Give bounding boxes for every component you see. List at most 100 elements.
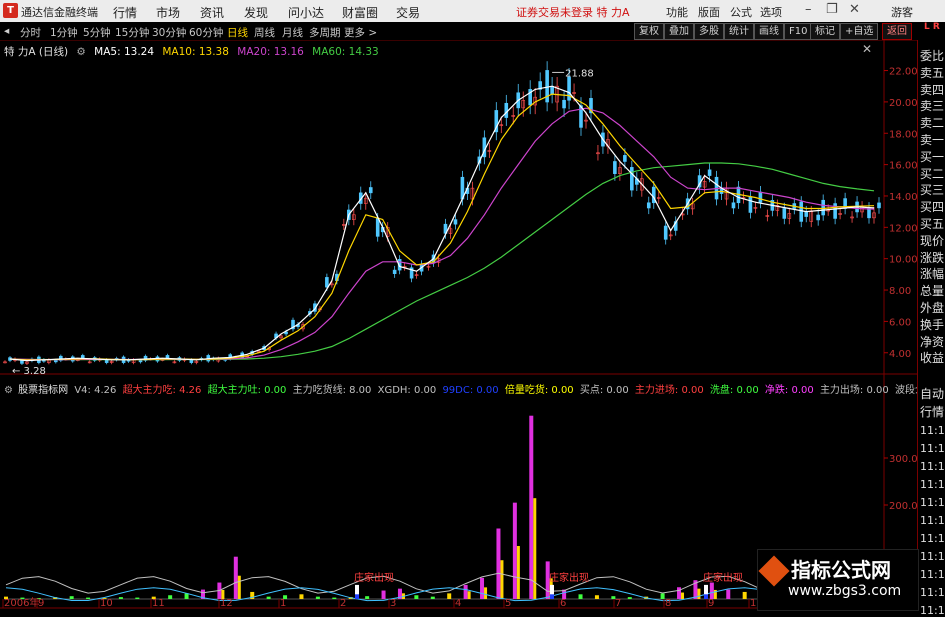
tick-time: 11:11: [920, 478, 945, 491]
huaxian-button[interactable]: 画线: [754, 23, 784, 40]
tick-time: 11:11: [920, 586, 945, 599]
tab-period[interactable]: 60分钟: [189, 25, 223, 40]
candle-body: [375, 217, 380, 237]
indicator-bar: [726, 589, 731, 599]
tab-period[interactable]: 15分钟: [115, 25, 149, 40]
back-icon[interactable]: ◂: [4, 25, 9, 37]
guest-label[interactable]: 游客: [891, 4, 913, 20]
quote-field-label: 卖五: [920, 65, 945, 80]
menu-zixun[interactable]: 资讯: [200, 4, 224, 21]
diejia-button[interactable]: 叠加: [664, 23, 694, 40]
auto-quote-label[interactable]: 自动: [920, 386, 945, 402]
quote-field-label: 买四: [920, 200, 945, 215]
indicator-bar-yellow: [516, 546, 520, 599]
ind-beiliangchihuo: 倍量吃货: 0.00: [504, 385, 574, 396]
candle-body: [877, 202, 881, 209]
quote-field-label: 净资: [920, 334, 945, 349]
ma5-line: [9, 85, 875, 362]
back-button[interactable]: 返回: [882, 23, 912, 40]
tab-period[interactable]: 月线: [282, 25, 303, 40]
menu-gongneng[interactable]: 功能: [666, 4, 688, 20]
quote-field-label: 卖一: [920, 133, 945, 147]
price-legend: 特 力A (日线) ⚙ MA5: 13.24 MA10: 13.38 MA20:…: [4, 44, 384, 59]
price-tick-label: 14.00: [889, 192, 917, 203]
date-label: 7: [615, 598, 621, 609]
quote-field-label: 买三: [920, 183, 945, 198]
indicator-tick-label: 200.0: [889, 501, 917, 512]
candle-body: [816, 214, 820, 221]
add-watchlist-button[interactable]: +自选: [840, 23, 879, 40]
date-label: 12: [220, 598, 233, 609]
tab-period[interactable]: 30分钟: [152, 25, 186, 40]
indicator-bar: [430, 596, 435, 599]
indicator-bar-yellow: [500, 560, 504, 599]
candle-body: [663, 225, 668, 240]
indicator-bar: [168, 595, 173, 599]
menu-wenxiaoda[interactable]: 问小达: [288, 4, 324, 21]
candle-body: [707, 169, 712, 176]
menu-caifuquan[interactable]: 财富圈: [342, 4, 378, 21]
menu-shichang[interactable]: 市场: [156, 4, 180, 21]
restore-icon[interactable]: ❐: [826, 2, 838, 17]
duogu-button[interactable]: 多股: [694, 23, 724, 40]
biaoji-button[interactable]: 标记: [810, 23, 840, 40]
tick-time: 11:11: [920, 604, 945, 617]
indicator-bar: [709, 582, 714, 599]
stock-header: 特 力A (日线): [4, 46, 69, 58]
quote-field-label: 卖三: [920, 99, 945, 114]
tongji-button[interactable]: 统计: [724, 23, 754, 40]
menu-faxian[interactable]: 发现: [244, 4, 268, 21]
price-tick-label: 10.00: [889, 255, 917, 266]
indicator-bar: [184, 593, 189, 599]
tab-period-active[interactable]: 日线: [227, 25, 248, 40]
price-tick-label: 6.00: [889, 317, 911, 328]
indicator-bar: [512, 502, 517, 599]
quote-field-label: 买五: [920, 217, 945, 231]
menu-xuanxiang[interactable]: 选项: [760, 4, 782, 20]
price-tick-label: 8.00: [889, 286, 911, 297]
indicator-legend: ⚙ 股票指标网 V4: 4.26 超大主力吃: 4.26 超大主力吐: 0.00…: [4, 381, 945, 396]
auto-quote-label[interactable]: 行情: [920, 404, 945, 420]
low-price-label: ← 3.28: [12, 366, 46, 375]
ind-xipan: 洗盘: 0.00: [709, 385, 759, 396]
ind-chaodazhulitu: 超大主力吐: 0.00: [207, 385, 287, 396]
menu-banmian[interactable]: 版面: [698, 4, 720, 20]
indicator-bar-yellow: [681, 592, 685, 599]
candle-body: [54, 360, 58, 363]
tab-period[interactable]: 1分钟: [50, 25, 78, 40]
minimize-icon[interactable]: –: [805, 2, 812, 17]
indicator-bar: [627, 597, 632, 599]
candle-body: [758, 191, 763, 203]
price-chart[interactable]: 22.00 20.00 18.00 16.00 14.00 12.00 10.00 8.00 6…: [0, 40, 917, 375]
close-pane-icon[interactable]: ✕: [862, 42, 872, 56]
tick-time: 11:11: [920, 442, 945, 455]
f10-button[interactable]: F10: [784, 23, 813, 40]
indicator-bar: [86, 597, 91, 599]
fuquan-button[interactable]: 复权: [634, 23, 664, 40]
menu-hangqing[interactable]: 行情: [113, 4, 137, 21]
menu-gongshi[interactable]: 公式: [730, 4, 752, 20]
settings-icon[interactable]: ⚙: [76, 46, 85, 58]
candle-body: [731, 202, 736, 209]
menu-jiaoyi[interactable]: 交易: [396, 4, 420, 21]
date-label: 10: [100, 598, 113, 609]
tab-period[interactable]: 5分钟: [83, 25, 111, 40]
indicator-bar-yellow: [697, 588, 701, 599]
tab-period[interactable]: 分时: [20, 25, 41, 40]
close-icon[interactable]: ✕: [849, 2, 860, 17]
indicator-settings-icon[interactable]: ⚙: [4, 385, 13, 396]
candle-body: [138, 360, 143, 363]
indicator-bar: [332, 597, 337, 599]
quote-field-label: 卖二: [920, 116, 945, 131]
candle-body: [623, 155, 627, 162]
tick-time: 11:11: [920, 532, 945, 545]
tab-period[interactable]: 更多 >: [344, 25, 377, 40]
indicator-bar: [69, 596, 74, 599]
side-header-icon[interactable]: L R: [924, 22, 940, 32]
date-label: 1: [280, 598, 286, 609]
tab-period[interactable]: 多周期: [309, 25, 341, 40]
indicator-bar: [480, 577, 485, 599]
indicator-bar: [463, 584, 468, 599]
candle-body: [504, 102, 509, 118]
tab-period[interactable]: 周线: [254, 25, 275, 40]
